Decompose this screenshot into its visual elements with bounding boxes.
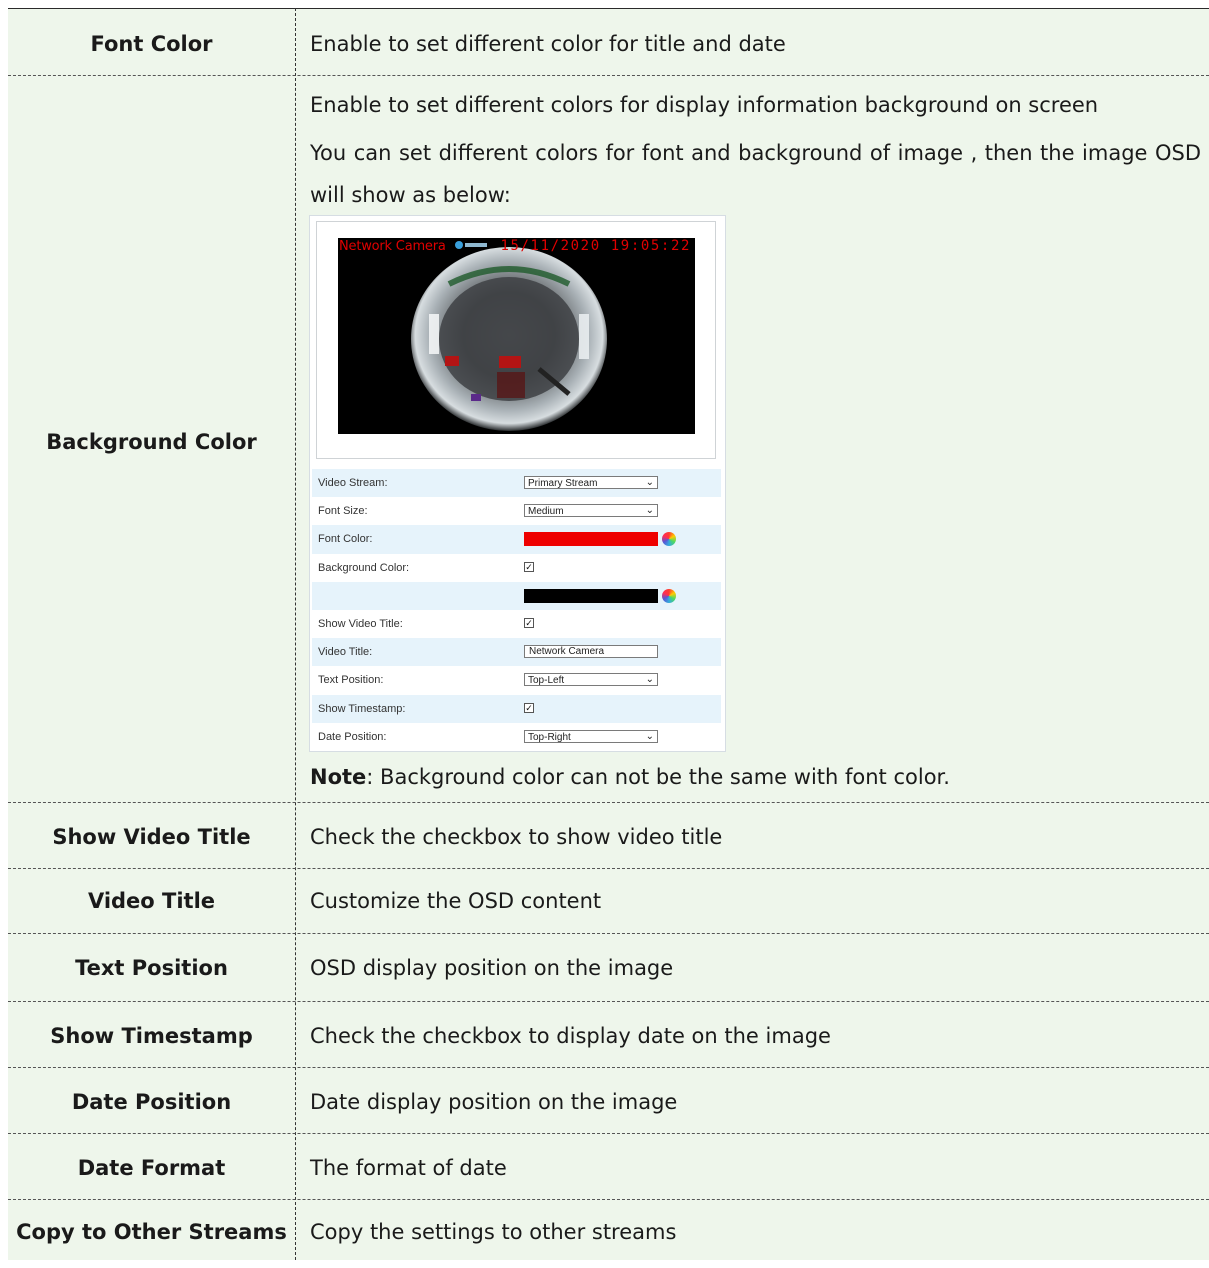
date-position-value: Top-Right (528, 731, 571, 743)
form-row-font-size: Font Size: Medium ⌄ (312, 497, 721, 525)
row-label-font-color: Font Color (90, 32, 213, 56)
row-label-video-title: Video Title (87, 889, 216, 913)
form-row-date-position: Date Position: Top-Right ⌄ (312, 723, 721, 751)
background-color-swatch[interactable] (524, 588, 658, 603)
row-label-copy-to-other-streams: Copy to Other Streams (16, 1220, 287, 1244)
form-row-video-title: Video Title: Network Camera (312, 638, 721, 667)
fisheye-camera-image (411, 247, 607, 431)
form-row-show-video-title: Show Video Title: ✓ (312, 610, 721, 638)
live-preview-video: Network Camera 15/11/2020 19:05:22 (338, 238, 695, 434)
parameter-table: Font Color Enable to set different color… (8, 8, 1209, 1260)
background-color-label: Background Color: (318, 561, 410, 574)
row-desc-show-timestamp: Check the checkbox to display date on th… (310, 1024, 831, 1048)
column-divider (295, 8, 296, 1260)
background-color-checkbox[interactable]: ✓ (524, 561, 534, 572)
font-size-select[interactable]: Medium ⌄ (524, 504, 658, 518)
row-desc-font-color: Enable to set different color for title … (310, 32, 786, 56)
form-row-show-timestamp: Show Timestamp: ✓ (312, 694, 721, 723)
font-size-value: Medium (528, 506, 564, 518)
font-size-label: Font Size: (318, 505, 368, 518)
color-wheel-icon[interactable] (662, 532, 676, 547)
font-color-swatch[interactable] (524, 532, 658, 547)
row-desc-text-position: OSD display position on the image (310, 956, 674, 980)
video-stream-select[interactable]: Primary Stream ⌄ (524, 476, 658, 489)
osd-timestamp: 15/11/2020 19:05:22 (500, 238, 691, 254)
row-divider (8, 75, 1209, 76)
video-stream-value: Primary Stream (528, 478, 598, 489)
show-timestamp-label: Show Timestamp: (318, 702, 406, 715)
row-divider (8, 802, 1209, 803)
row-label-date-position: Date Position (71, 1090, 232, 1114)
video-title-label: Video Title: (318, 646, 373, 659)
row-desc-copy-to-other-streams: Copy the settings to other streams (310, 1220, 677, 1244)
row-label-show-timestamp: Show Timestamp (50, 1024, 253, 1048)
color-wheel-icon[interactable] (662, 588, 676, 603)
row-desc-show-video-title: Check the checkbox to show video title (310, 825, 723, 849)
form-row-background-color: Background Color: ✓ (312, 554, 721, 582)
chevron-down-icon: ⌄ (645, 730, 654, 742)
row-label-text-position: Text Position (75, 956, 228, 980)
chevron-down-icon: ⌄ (645, 674, 654, 686)
video-title-input[interactable]: Network Camera (524, 645, 658, 659)
row-note-background-color: Note: Background color can not be the sa… (310, 763, 1201, 791)
row-desc-background-color-line2: You can set different colors for font an… (310, 141, 1201, 207)
chevron-down-icon: ⌄ (645, 505, 654, 517)
table-top-border (8, 8, 1209, 9)
note-label: Note (310, 765, 367, 789)
row-divider (8, 868, 1209, 869)
row-desc-date-format: The format of date (310, 1156, 507, 1180)
form-row-video-stream: Video Stream: Primary Stream ⌄ (312, 469, 721, 498)
form-row-text-position: Text Position: Top-Left ⌄ (312, 666, 721, 694)
row-divider (8, 1067, 1209, 1068)
row-desc-date-position: Date display position on the image (310, 1090, 678, 1114)
camera-logo-icon (455, 241, 487, 249)
row-desc-video-title: Customize the OSD content (310, 889, 602, 913)
row-divider (8, 1001, 1209, 1002)
font-color-label: Font Color: (318, 533, 373, 546)
date-position-select[interactable]: Top-Right ⌄ (524, 729, 658, 743)
show-video-title-checkbox[interactable]: ✓ (524, 617, 534, 628)
osd-settings-screenshot: Network Camera 15/11/2020 19:05:22 Video… (309, 215, 726, 752)
row-divider (8, 933, 1209, 934)
video-stream-label: Video Stream: (318, 477, 388, 489)
form-row-font-color: Font Color: (312, 525, 721, 554)
date-position-label: Date Position: (318, 730, 387, 743)
live-preview-frame: Network Camera 15/11/2020 19:05:22 (316, 221, 716, 459)
row-label-show-video-title: Show Video Title (52, 825, 251, 849)
row-divider (8, 1133, 1209, 1134)
osd-form: Video Stream: Primary Stream ⌄ Font Size… (312, 469, 721, 751)
note-text: : Background color can not be the same w… (366, 765, 950, 789)
row-desc-background-color-line1: Enable to set different colors for displ… (310, 93, 1099, 117)
row-divider (8, 1199, 1209, 1200)
row-label-date-format: Date Format (77, 1156, 226, 1180)
text-position-value: Top-Left (528, 675, 565, 687)
show-timestamp-checkbox[interactable]: ✓ (524, 702, 534, 713)
form-row-background-swatch (312, 581, 721, 610)
row-label-background-color: Background Color (46, 430, 257, 454)
osd-video-title: Network Camera (339, 239, 446, 254)
text-position-select[interactable]: Top-Left ⌄ (524, 673, 658, 687)
show-video-title-label: Show Video Title: (318, 617, 403, 630)
text-position-label: Text Position: (318, 674, 384, 687)
chevron-down-icon: ⌄ (645, 477, 654, 488)
